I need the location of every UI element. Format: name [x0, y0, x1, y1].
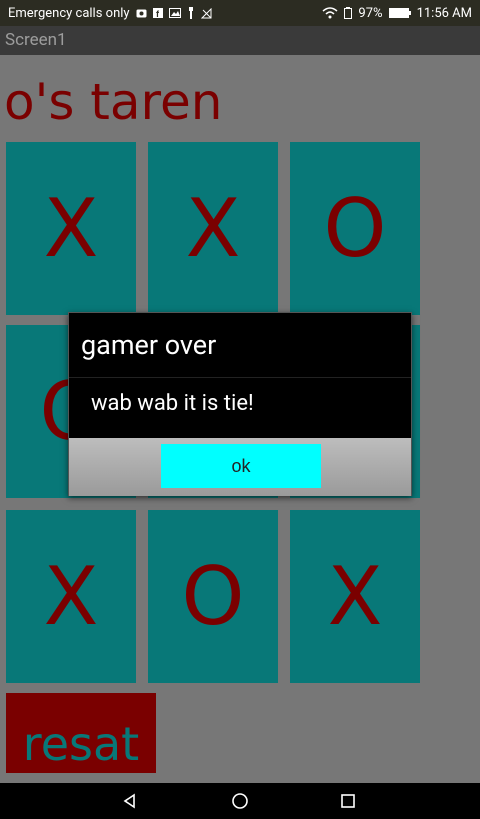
- ok-button[interactable]: ok: [161, 444, 321, 488]
- board-cell-8[interactable]: O: [148, 510, 278, 683]
- battery-icon: [388, 8, 411, 18]
- dialog-divider: [69, 377, 411, 378]
- carrier-text: Emergency calls only: [8, 5, 130, 21]
- turn-label: o's taren: [4, 73, 223, 131]
- battery-status-icon: [344, 7, 353, 19]
- board-cell-9[interactable]: X: [290, 510, 420, 683]
- screen-title: Screen1: [5, 30, 67, 50]
- wifi-icon: [322, 7, 338, 19]
- home-icon[interactable]: [220, 783, 260, 819]
- clock: 11:56 AM: [416, 5, 472, 21]
- battery-percent: 97%: [358, 5, 383, 21]
- gallery-icon: [168, 8, 181, 18]
- board-cell-7[interactable]: X: [6, 510, 136, 683]
- board-cell-2[interactable]: X: [148, 142, 278, 315]
- facebook-icon: f: [152, 8, 163, 18]
- status-bar: Emergency calls only f 97% 11:56 AM: [0, 0, 480, 26]
- game-over-dialog: gamer over wab wab it is tie! ok: [68, 312, 412, 496]
- dialog-title: gamer over: [81, 329, 217, 361]
- board-cell-3[interactable]: O: [290, 142, 420, 315]
- board-cell-1[interactable]: X: [6, 142, 136, 315]
- dialog-message: wab wab it is tie!: [91, 391, 254, 416]
- recents-icon[interactable]: [328, 783, 368, 819]
- reset-button[interactable]: resat: [6, 693, 156, 773]
- notification-icon: [136, 9, 147, 18]
- no-sim-icon: [200, 7, 212, 19]
- usb-icon: [187, 7, 195, 19]
- dialog-button-bar: ok: [69, 438, 411, 496]
- navigation-bar: [0, 783, 480, 819]
- back-icon[interactable]: [110, 783, 150, 819]
- title-bar: Screen1: [0, 26, 480, 55]
